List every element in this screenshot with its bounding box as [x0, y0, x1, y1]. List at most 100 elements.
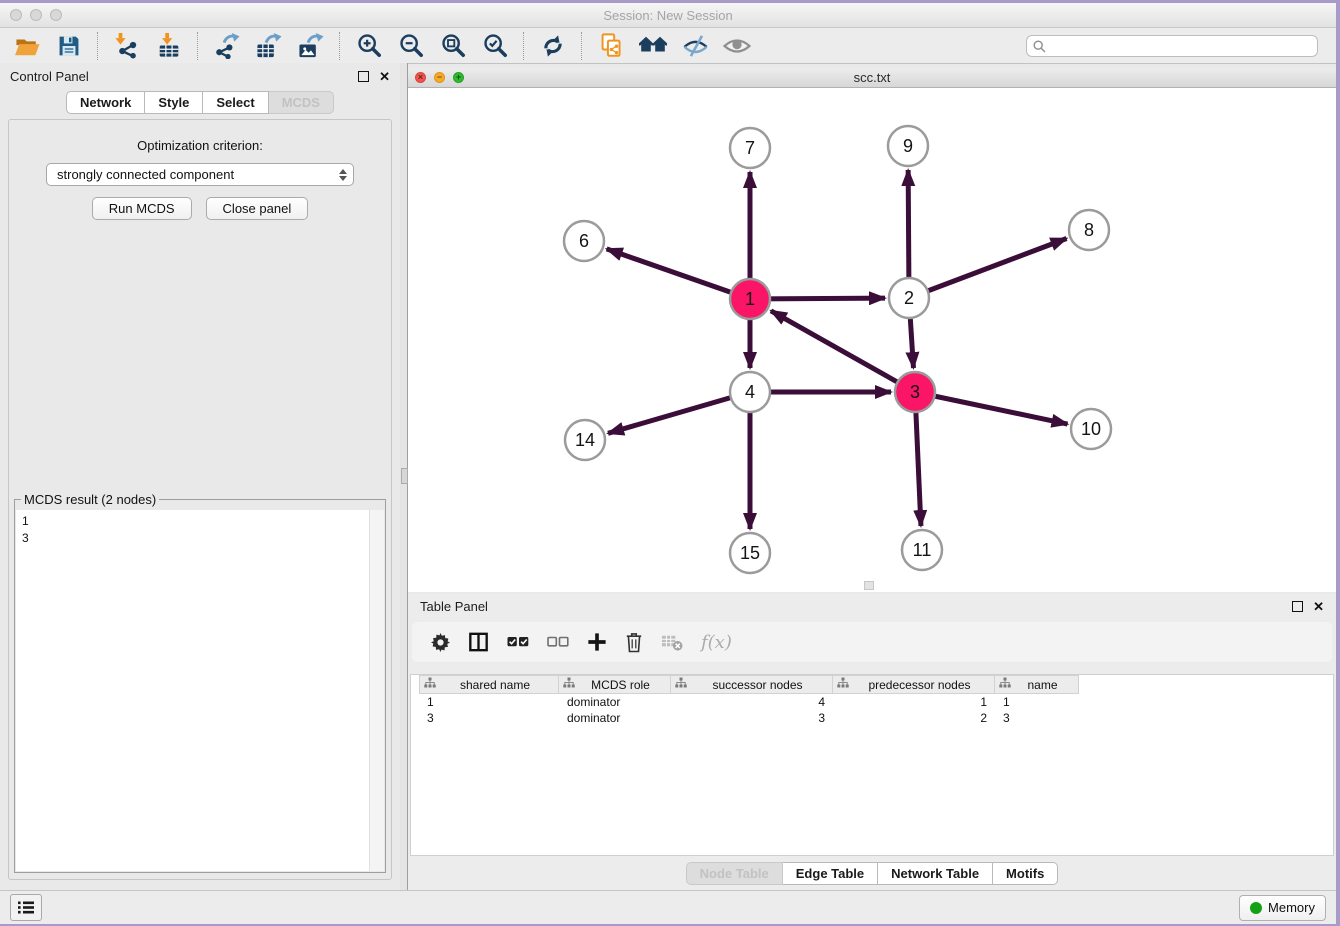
window-controls: [10, 9, 62, 21]
maximize-network-icon[interactable]: [453, 72, 464, 83]
node-6[interactable]: 6: [564, 221, 604, 261]
toolbar-separator: [581, 32, 583, 60]
cell-name[interactable]: 1: [995, 695, 1079, 709]
tab-select[interactable]: Select: [203, 91, 268, 114]
network-window-titlebar[interactable]: scc.txt: [408, 68, 1336, 88]
close-table-panel-icon[interactable]: [1313, 600, 1324, 613]
table-row[interactable]: 1dominator411: [411, 694, 1333, 710]
float-panel-icon[interactable]: [358, 71, 369, 82]
zoom-in-icon[interactable]: [354, 31, 384, 61]
table-tab-network-table[interactable]: Network Table: [878, 862, 993, 885]
memory-button[interactable]: Memory: [1239, 895, 1326, 921]
column-header-MCDS-role[interactable]: MCDS role: [559, 675, 671, 694]
tab-network[interactable]: Network: [66, 91, 145, 114]
columns-icon[interactable]: [468, 632, 489, 652]
tab-mcds[interactable]: MCDS: [269, 91, 334, 114]
open-session-icon[interactable]: [12, 31, 42, 61]
table-tab-node-table[interactable]: Node Table: [686, 862, 783, 885]
cell-name[interactable]: 3: [995, 711, 1079, 725]
task-history-button[interactable]: [10, 894, 42, 921]
node-11[interactable]: 11: [902, 530, 942, 570]
gear-icon[interactable]: [431, 633, 450, 652]
network-window: scc.txt 7 9 6 8 1 2 4 3 14 10 15 11: [408, 68, 1336, 592]
node-3[interactable]: 3: [895, 372, 935, 412]
node-4[interactable]: 4: [730, 372, 770, 412]
network-canvas[interactable]: 7 9 6 8 1 2 4 3 14 10 15 11: [408, 88, 1336, 592]
memory-status-icon: [1250, 902, 1262, 914]
copy-network-icon[interactable]: [596, 31, 626, 61]
column-header-predecessor-nodes[interactable]: predecessor nodes: [833, 675, 995, 694]
import-table-icon[interactable]: [154, 31, 184, 61]
close-panel-icon[interactable]: [379, 70, 390, 83]
refresh-icon[interactable]: [538, 31, 568, 61]
optimization-criterion-dropdown[interactable]: strongly connected component: [46, 163, 354, 186]
svg-text:6: 6: [579, 231, 589, 251]
vertical-splitter[interactable]: [400, 63, 408, 890]
svg-text:3: 3: [910, 382, 920, 402]
cell-MCDS-role[interactable]: dominator: [559, 695, 671, 709]
cell-MCDS-role[interactable]: dominator: [559, 711, 671, 725]
cell-predecessor-nodes[interactable]: 1: [833, 695, 995, 709]
node-10[interactable]: 10: [1071, 409, 1111, 449]
edge-2-8[interactable]: [909, 238, 1067, 298]
minimize-window-icon[interactable]: [30, 9, 42, 21]
close-window-icon[interactable]: [10, 9, 22, 21]
delete-row-icon[interactable]: [625, 632, 643, 653]
zoom-fit-icon[interactable]: [438, 31, 468, 61]
mcds-result-area[interactable]: 1 3: [16, 510, 384, 871]
table-row[interactable]: 3dominator323: [411, 710, 1333, 726]
column-header-shared-name[interactable]: shared name: [419, 675, 559, 694]
node-7[interactable]: 7: [730, 128, 770, 168]
table-tab-motifs[interactable]: Motifs: [993, 862, 1058, 885]
cell-successor-nodes[interactable]: 3: [671, 711, 833, 725]
zoom-out-icon[interactable]: [396, 31, 426, 61]
edge-3-10[interactable]: [915, 392, 1068, 424]
hide-selected-icon[interactable]: [680, 31, 710, 61]
cell-shared-name[interactable]: 1: [419, 695, 559, 709]
deselect-all-icon[interactable]: [547, 631, 569, 653]
edge-1-6[interactable]: [607, 249, 750, 299]
export-image-icon[interactable]: [296, 31, 326, 61]
mcds-result-title: MCDS result (2 nodes): [21, 492, 159, 507]
canvas-resize-grip[interactable]: [864, 581, 874, 590]
cell-predecessor-nodes[interactable]: 2: [833, 711, 995, 725]
node-8[interactable]: 8: [1069, 210, 1109, 250]
table-tab-edge-table[interactable]: Edge Table: [783, 862, 878, 885]
tab-style[interactable]: Style: [145, 91, 203, 114]
show-all-icon[interactable]: [722, 31, 752, 61]
minimize-network-icon[interactable]: [434, 72, 445, 83]
node-1[interactable]: 1: [730, 279, 770, 319]
node-table: shared nameMCDS rolesuccessor nodesprede…: [410, 674, 1334, 856]
svg-text:4: 4: [745, 382, 755, 402]
select-all-icon[interactable]: [507, 631, 529, 653]
splitter-grip[interactable]: [401, 468, 408, 484]
close-network-icon[interactable]: [415, 72, 426, 83]
float-table-panel-icon[interactable]: [1292, 601, 1303, 612]
add-row-icon[interactable]: [587, 632, 607, 652]
cell-shared-name[interactable]: 3: [419, 711, 559, 725]
table-header-row: shared nameMCDS rolesuccessor nodesprede…: [411, 675, 1333, 694]
cell-successor-nodes[interactable]: 4: [671, 695, 833, 709]
node-15[interactable]: 15: [730, 533, 770, 573]
search-input[interactable]: [1026, 35, 1318, 57]
save-session-icon[interactable]: [54, 31, 84, 61]
zoom-selected-icon[interactable]: [480, 31, 510, 61]
toolbar-separator: [97, 32, 99, 60]
result-scrollbar[interactable]: [369, 510, 384, 871]
edge-3-1[interactable]: [771, 311, 915, 392]
import-network-icon[interactable]: [112, 31, 142, 61]
houses-icon[interactable]: [638, 31, 668, 61]
control-panel-header: Control Panel: [0, 63, 400, 89]
export-table-icon[interactable]: [254, 31, 284, 61]
column-header-name[interactable]: name: [995, 675, 1079, 694]
node-2[interactable]: 2: [889, 278, 929, 318]
run-mcds-button[interactable]: Run MCDS: [92, 197, 192, 220]
column-header-successor-nodes[interactable]: successor nodes: [671, 675, 833, 694]
edge-4-14[interactable]: [608, 392, 750, 433]
node-9[interactable]: 9: [888, 126, 928, 166]
maximize-window-icon[interactable]: [50, 9, 62, 21]
export-network-icon[interactable]: [212, 31, 242, 61]
svg-text:9: 9: [903, 136, 913, 156]
close-panel-button[interactable]: Close panel: [206, 197, 309, 220]
node-14[interactable]: 14: [565, 420, 605, 460]
